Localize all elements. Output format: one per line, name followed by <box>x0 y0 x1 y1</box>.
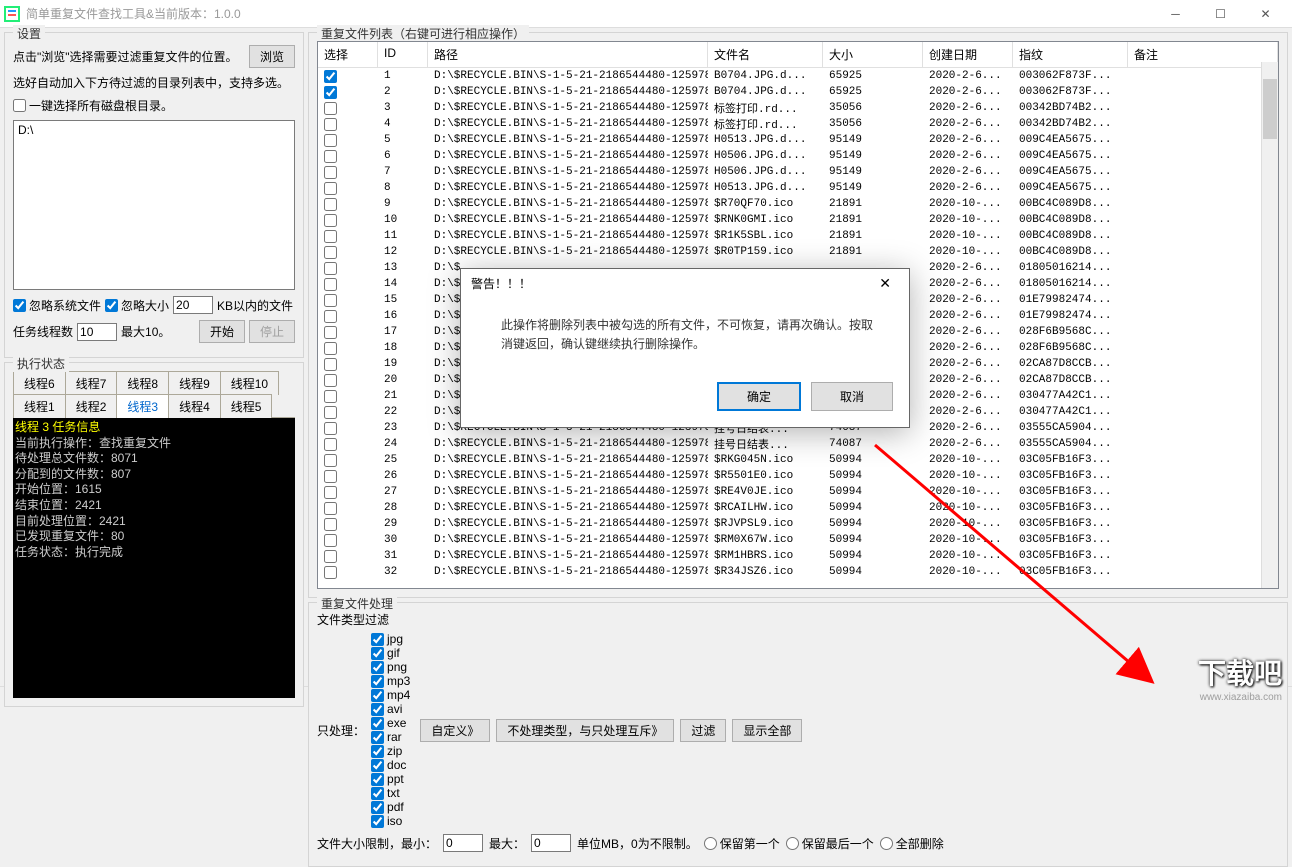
filetype-checkbox-rar[interactable] <box>371 731 384 744</box>
dialog-close-button[interactable]: ✕ <box>871 275 899 292</box>
size-suffix: 单位MB，0为不限制。 <box>577 835 698 852</box>
dialog-title-text: 警告！！！ <box>471 275 531 292</box>
size-max-label: 最大： <box>489 835 525 852</box>
size-max-input[interactable] <box>531 834 571 852</box>
filetype-checkbox-ppt[interactable] <box>371 773 384 786</box>
filetype-checkbox-doc[interactable] <box>371 759 384 772</box>
keep-first-radio[interactable] <box>704 837 717 850</box>
dialog-overlay: 警告！！！ ✕ 此操作将删除列表中被勾选的所有文件，不可恢复，请再次确认。按取消… <box>0 0 1292 723</box>
only-process-label: 只处理： <box>317 722 365 739</box>
filetype-checkbox-iso[interactable] <box>371 815 384 828</box>
dialog-body: 此操作将删除列表中被勾选的所有文件，不可恢复，请再次确认。按取消键返回，确认键继… <box>461 298 909 372</box>
warning-dialog: 警告！！！ ✕ 此操作将删除列表中被勾选的所有文件，不可恢复，请再次确认。按取消… <box>460 268 910 428</box>
dialog-cancel-button[interactable]: 取消 <box>811 382 893 411</box>
filetype-checkbox-txt[interactable] <box>371 787 384 800</box>
keep-last-radio[interactable] <box>786 837 799 850</box>
dialog-ok-button[interactable]: 确定 <box>717 382 801 411</box>
filetype-checkbox-pdf[interactable] <box>371 801 384 814</box>
size-min-input[interactable] <box>443 834 483 852</box>
delete-all-radio[interactable] <box>880 837 893 850</box>
size-min-label: 文件大小限制，最小： <box>317 835 437 852</box>
filetype-checkbox-zip[interactable] <box>371 745 384 758</box>
